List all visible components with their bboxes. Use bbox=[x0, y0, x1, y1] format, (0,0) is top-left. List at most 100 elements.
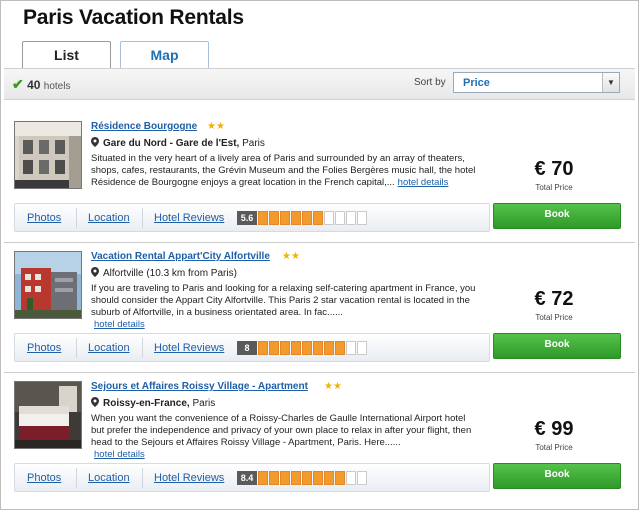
listing-name[interactable]: Vacation Rental Appart'City Alfortville bbox=[91, 251, 270, 262]
dropdown-arrow-icon[interactable]: ▼ bbox=[602, 73, 619, 92]
book-button[interactable]: Book bbox=[493, 333, 621, 359]
rating-meter-cell bbox=[258, 341, 268, 355]
star-rating-icon: ★★ bbox=[324, 381, 342, 392]
listing-description: When you want the convenience of a Roiss… bbox=[91, 413, 481, 461]
rating-meter-cell bbox=[357, 471, 367, 485]
rating-meter-cell bbox=[291, 471, 301, 485]
rating-meter-cell bbox=[302, 211, 312, 225]
location-link[interactable]: Location bbox=[88, 472, 130, 484]
rating-meter-cell bbox=[335, 471, 345, 485]
result-count-unit: hotels bbox=[43, 81, 71, 92]
listing-action-bar: Photos Location Hotel Reviews 5.6 bbox=[14, 203, 490, 232]
rating-meter-cell bbox=[258, 471, 268, 485]
review-score-bar: 8.4 bbox=[237, 471, 367, 485]
rating-meter-cell bbox=[324, 211, 334, 225]
app-frame: Paris Vacation Rentals List Map ✔ 40 hot… bbox=[0, 0, 639, 510]
sort-select[interactable]: Price ▼ bbox=[453, 72, 620, 93]
listing-action-bar: Photos Location Hotel Reviews 8.4 bbox=[14, 463, 490, 492]
rating-meter-cell bbox=[258, 211, 268, 225]
review-score: 5.6 bbox=[237, 211, 257, 225]
rating-meter-cell bbox=[313, 211, 323, 225]
rating-meter-cell bbox=[357, 341, 367, 355]
sort-label: Sort by bbox=[414, 77, 446, 88]
listing-location: Alfortville (10.3 km from Paris) bbox=[91, 267, 237, 279]
listing-divider bbox=[4, 242, 635, 243]
tab-list[interactable]: List bbox=[22, 41, 111, 68]
price-label: Total Price bbox=[535, 183, 573, 192]
listing-description: If you are traveling to Paris and lookin… bbox=[91, 283, 481, 331]
book-button[interactable]: Book bbox=[493, 463, 621, 489]
rating-meter-cell bbox=[346, 341, 356, 355]
results-toolbar: ✔ 40 hotels Sort by Price ▼ bbox=[4, 68, 635, 100]
price-label: Total Price bbox=[535, 443, 573, 452]
listing-action-bar: Photos Location Hotel Reviews 8 bbox=[14, 333, 490, 362]
checkmark-icon: ✔ bbox=[12, 76, 24, 92]
description-text: If you are traveling to Paris and lookin… bbox=[91, 283, 476, 318]
star-rating-icon: ★★ bbox=[207, 121, 225, 132]
rating-meter-cell bbox=[313, 471, 323, 485]
photos-link[interactable]: Photos bbox=[27, 342, 61, 354]
divider bbox=[142, 338, 143, 358]
listing-name[interactable]: Résidence Bourgogne bbox=[91, 121, 197, 132]
rating-meter-cell bbox=[302, 341, 312, 355]
location-secondary: Paris bbox=[189, 398, 216, 409]
map-pin-icon bbox=[91, 267, 99, 277]
hotel-photo[interactable] bbox=[14, 251, 82, 319]
location-primary: Gare du Nord - Gare de l'Est, bbox=[103, 138, 240, 149]
hotel-reviews-link[interactable]: Hotel Reviews bbox=[154, 472, 224, 484]
rating-meter-cell bbox=[357, 211, 367, 225]
location-link[interactable]: Location bbox=[88, 342, 130, 354]
rating-meter-cell bbox=[269, 211, 279, 225]
hotel-photo[interactable] bbox=[14, 121, 82, 189]
rating-meter-cell bbox=[346, 211, 356, 225]
divider bbox=[76, 468, 77, 488]
book-button[interactable]: Book bbox=[493, 203, 621, 229]
tab-map[interactable]: Map bbox=[120, 41, 209, 68]
divider bbox=[142, 208, 143, 228]
rating-meter-cell bbox=[346, 471, 356, 485]
listing-location: Gare du Nord - Gare de l'Est, Paris bbox=[91, 137, 265, 149]
rating-meter-cell bbox=[335, 211, 345, 225]
divider bbox=[76, 208, 77, 228]
review-score-bar: 5.6 bbox=[237, 211, 367, 225]
price-amount: € 99 bbox=[534, 418, 574, 440]
review-score-bar: 8 bbox=[237, 341, 367, 355]
rating-meter-cell bbox=[335, 341, 345, 355]
photos-link[interactable]: Photos bbox=[27, 472, 61, 484]
listing-location: Roissy-en-France, Paris bbox=[91, 397, 215, 409]
rating-meter-cell bbox=[324, 471, 334, 485]
result-count-number: 40 bbox=[27, 78, 41, 92]
map-pin-icon bbox=[91, 137, 99, 147]
rating-meter-cell bbox=[324, 341, 334, 355]
listing-name[interactable]: Sejours et Affaires Roissy Village - Apa… bbox=[91, 381, 308, 392]
listing-card: Vacation Rental Appart'City Alfortville … bbox=[4, 251, 635, 371]
price-amount: € 72 bbox=[534, 288, 574, 310]
listing-card: Sejours et Affaires Roissy Village - Apa… bbox=[4, 381, 635, 501]
hotel-details-link[interactable]: hotel details bbox=[398, 177, 449, 188]
divider bbox=[76, 338, 77, 358]
map-pin-icon bbox=[91, 397, 99, 407]
location-primary: Roissy-en-France, bbox=[103, 398, 190, 409]
rating-meter-cell bbox=[280, 341, 290, 355]
page-title: Paris Vacation Rentals bbox=[23, 6, 244, 29]
hotel-details-link[interactable]: hotel details bbox=[94, 319, 145, 330]
description-text: When you want the convenience of a Roiss… bbox=[91, 413, 472, 448]
hotel-photo[interactable] bbox=[14, 381, 82, 449]
price-label: Total Price bbox=[535, 313, 573, 322]
hotel-details-link[interactable]: hotel details bbox=[94, 449, 145, 460]
rating-meter-cell bbox=[291, 211, 301, 225]
price-block: € 99 Total Price bbox=[484, 418, 624, 452]
rating-meter-cell bbox=[269, 471, 279, 485]
rating-meter-cell bbox=[280, 471, 290, 485]
rating-meter-cell bbox=[313, 341, 323, 355]
divider bbox=[142, 468, 143, 488]
listing-divider bbox=[4, 372, 635, 373]
hotel-reviews-link[interactable]: Hotel Reviews bbox=[154, 342, 224, 354]
location-link[interactable]: Location bbox=[88, 212, 130, 224]
review-score: 8 bbox=[237, 341, 257, 355]
photos-link[interactable]: Photos bbox=[27, 212, 61, 224]
hotel-reviews-link[interactable]: Hotel Reviews bbox=[154, 212, 224, 224]
price-block: € 70 Total Price bbox=[484, 158, 624, 192]
rating-meter-cell bbox=[269, 341, 279, 355]
rating-meter-cell bbox=[302, 471, 312, 485]
